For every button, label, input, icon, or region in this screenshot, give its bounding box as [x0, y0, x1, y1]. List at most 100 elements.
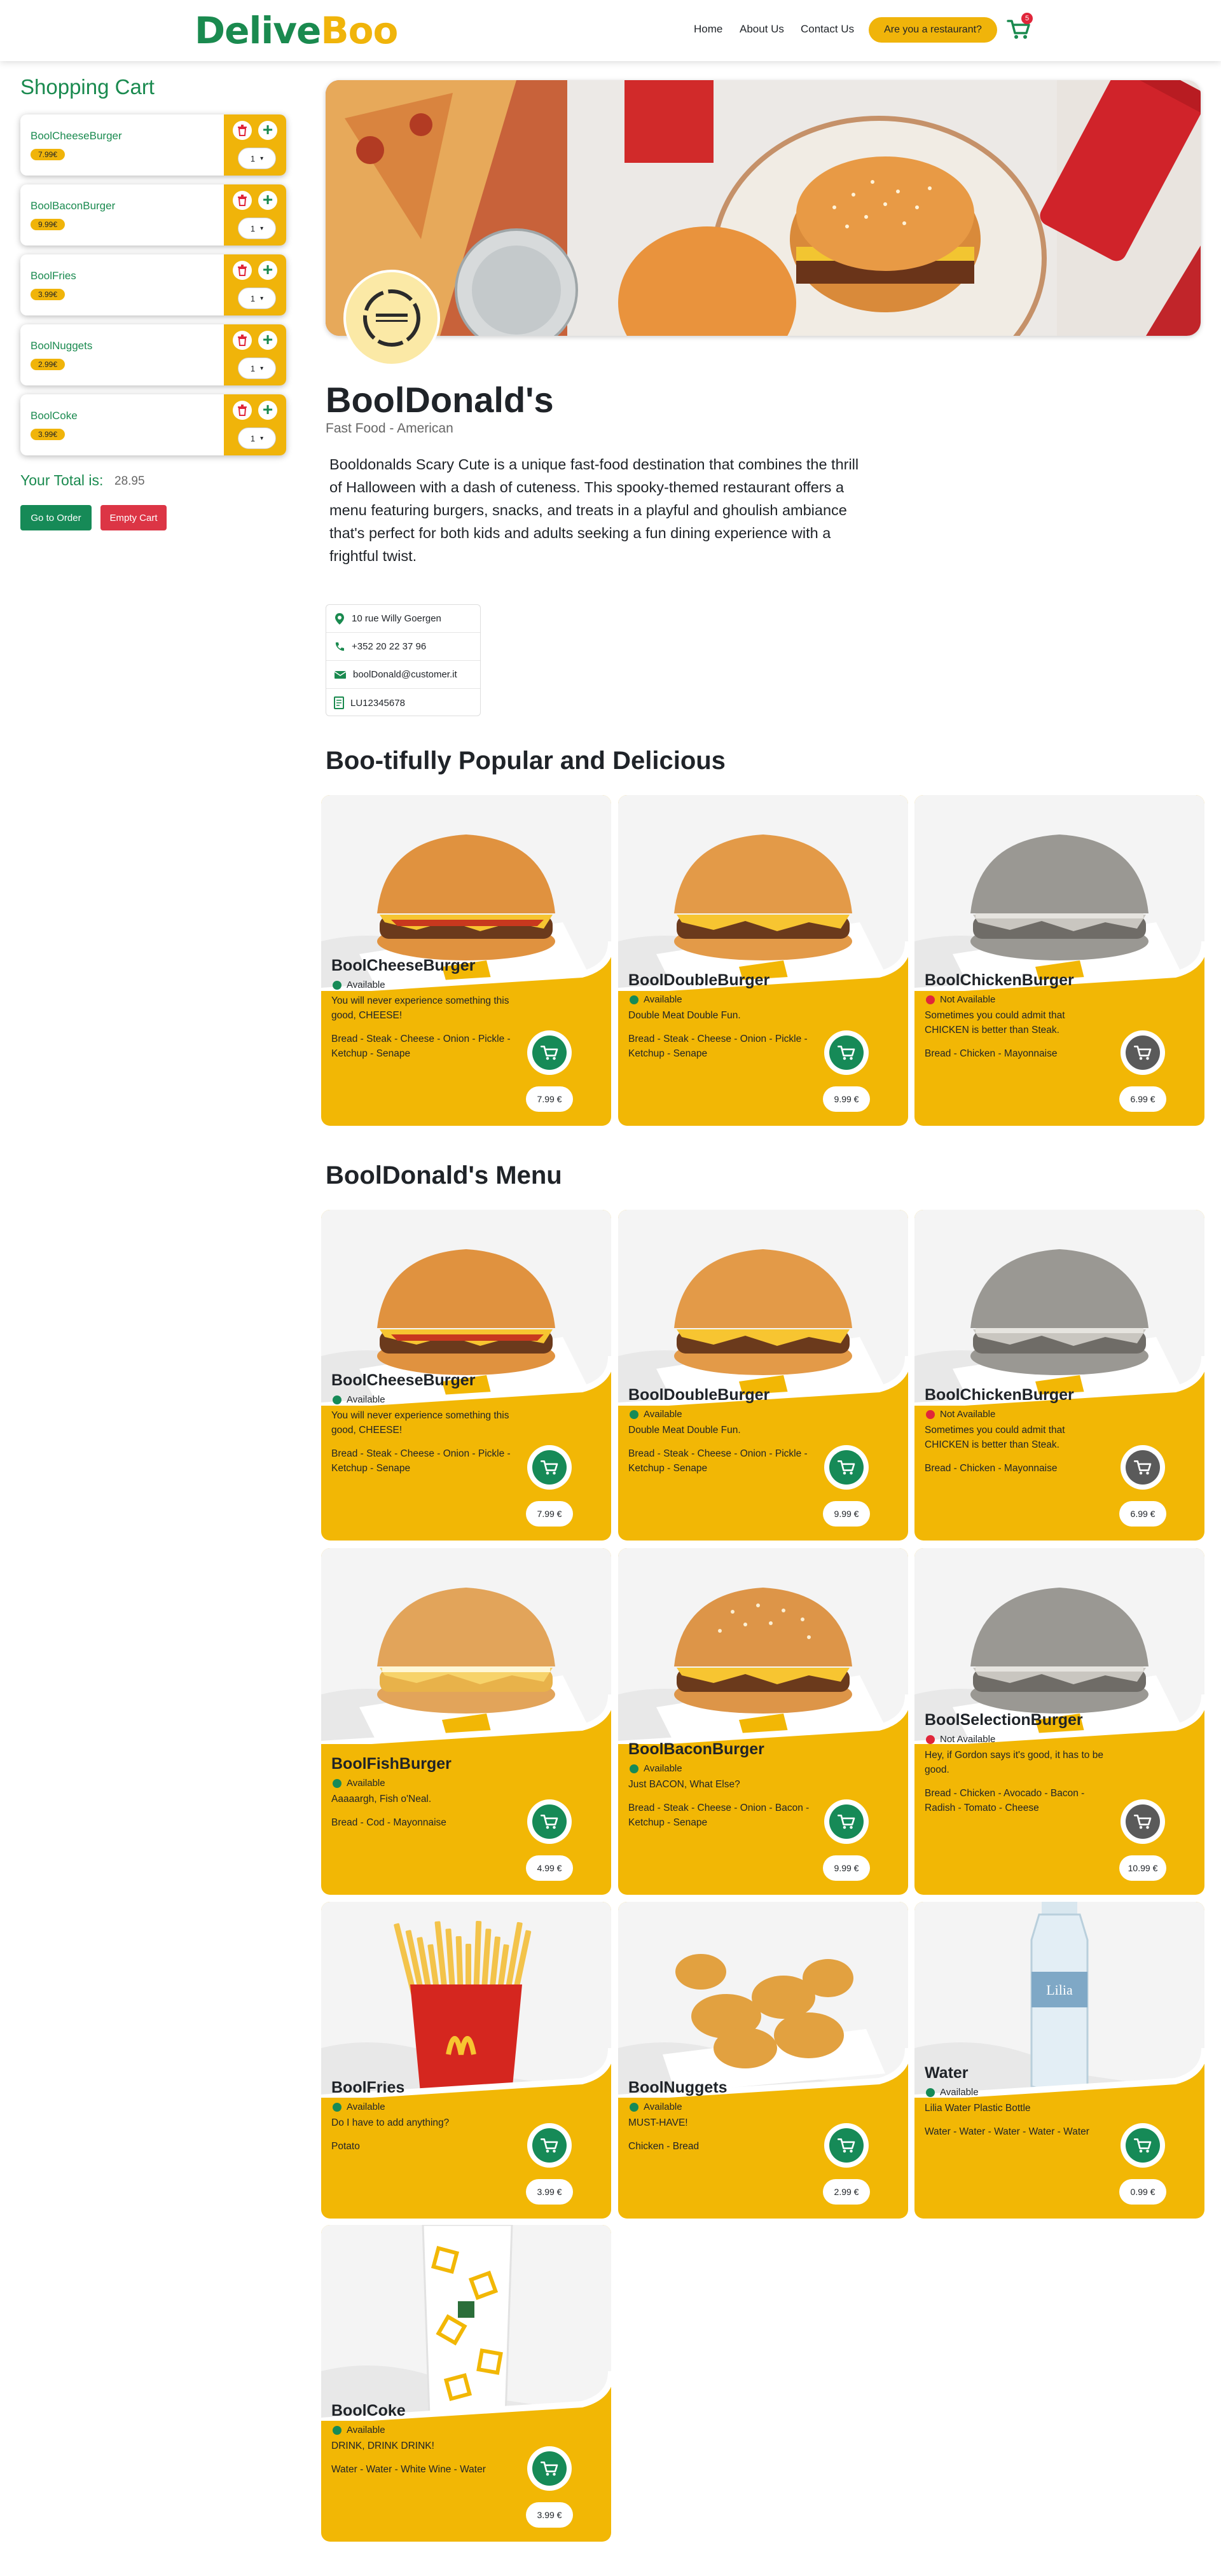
address-row: 10 rue Willy Goergen [326, 605, 480, 633]
product-card[interactable]: BoolCheeseBurger Available You will neve… [321, 1210, 611, 1541]
increase-quantity-button[interactable]: + [258, 261, 277, 280]
add-to-cart-button[interactable] [1121, 2123, 1165, 2168]
nav-link-home[interactable]: Home [694, 17, 722, 42]
availability-text: Available [347, 1394, 385, 1405]
add-to-cart-button[interactable] [527, 1445, 572, 1490]
increase-quantity-button[interactable]: + [258, 401, 277, 420]
quantity-select[interactable]: 1 ▾ [238, 287, 276, 309]
add-to-cart-button[interactable] [1121, 1799, 1165, 1844]
product-name: BoolCheeseBurger [331, 1371, 476, 1389]
remove-item-button[interactable] [233, 401, 252, 420]
product-card[interactable]: BoolChickenBurger Not Available Sometime… [914, 795, 1204, 1126]
go-to-order-button[interactable]: Go to Order [20, 505, 92, 530]
product-name: BoolCheeseBurger [331, 957, 476, 974]
add-to-cart-button[interactable] [824, 2123, 869, 2168]
add-to-cart-button[interactable] [824, 1445, 869, 1490]
phone-row: +352 20 22 37 96 [326, 633, 480, 661]
site-logo[interactable]: DeliveBoo [195, 9, 398, 52]
add-to-cart-button[interactable] [527, 1030, 572, 1075]
product-card[interactable]: BoolChickenBurger Not Available Sometime… [914, 1210, 1204, 1541]
cart-icon [837, 1460, 855, 1475]
restaurant-type: Fast Food [326, 421, 386, 436]
cart-item-name: BoolFries [31, 270, 76, 282]
cart-item-name: BoolCoke [31, 410, 78, 422]
add-to-cart-button[interactable] [527, 2123, 572, 2168]
cart-icon [540, 1460, 558, 1475]
email-text: boolDonald@customer.it [353, 669, 457, 680]
cart-item: BoolBaconBurger 9.99€ + 1 ▾ [20, 184, 286, 246]
add-to-cart-button[interactable] [527, 2446, 572, 2491]
availability-text: Available [644, 2102, 682, 2112]
add-to-cart-inner [1126, 1804, 1160, 1839]
add-to-cart-button[interactable] [824, 1799, 869, 1844]
availability-text: Available [644, 994, 682, 1005]
product-card[interactable]: BoolCheeseBurger Available You will neve… [321, 795, 611, 1126]
availability-status: Available [926, 2087, 979, 2098]
product-card[interactable]: BoolDoubleBurger Available Double Meat D… [618, 1210, 908, 1541]
top-navbar: DeliveBoo Home About Us Contact Us Are y… [0, 0, 1221, 61]
quantity-select[interactable]: 1 ▾ [238, 357, 276, 379]
restaurant-signup-button[interactable]: Are you a restaurant? [869, 17, 997, 43]
product-price: 3.99 € [526, 2502, 573, 2528]
product-name: BoolCoke [331, 2402, 406, 2420]
quantity-select[interactable]: 1 ▾ [238, 218, 276, 239]
add-to-cart-button[interactable] [1121, 1030, 1165, 1075]
chevron-down-icon: ▾ [260, 434, 264, 442]
status-dot-icon [926, 995, 935, 1004]
product-description: Double Meat Double Fun. [628, 1010, 741, 1021]
increase-quantity-button[interactable]: + [258, 121, 277, 140]
product-description: Hey, if Gordon says it's good, it has to… [925, 1750, 1103, 1775]
product-name: BoolFries [331, 2079, 405, 2096]
ghost-logo-icon [363, 289, 420, 347]
cart-item-price: 7.99€ [31, 149, 66, 160]
fish-burger-icon [321, 1548, 611, 1744]
remove-item-button[interactable] [233, 261, 252, 280]
quantity-select[interactable]: 1 ▾ [238, 148, 276, 169]
logo-text-part2: Boo [321, 9, 398, 52]
remove-item-button[interactable] [233, 121, 252, 140]
product-card[interactable]: BoolFries Available Do I have to add any… [321, 1902, 611, 2219]
product-price: 2.99 € [823, 2179, 870, 2205]
nav-link-about[interactable]: About Us [740, 17, 784, 42]
quantity-value: 1 [250, 153, 256, 163]
product-card[interactable]: BoolBaconBurger Available Just BACON, Wh… [618, 1548, 908, 1895]
add-to-cart-button[interactable] [1121, 1445, 1165, 1490]
cart-icon [1133, 2138, 1152, 2153]
add-to-cart-button[interactable] [527, 1799, 572, 1844]
remove-item-button[interactable] [233, 191, 252, 210]
product-description: You will never experience something this… [331, 1410, 509, 1436]
cart-icon [1133, 1460, 1152, 1475]
product-description: You will never experience something this… [331, 995, 509, 1021]
document-icon [334, 696, 344, 709]
product-card[interactable]: BoolFishBurger Available Aaaaargh, Fish … [321, 1548, 611, 1895]
empty-cart-button[interactable]: Empty Cart [100, 505, 167, 530]
product-price: 3.99 € [526, 2179, 573, 2205]
product-card[interactable]: BoolNuggets Available MUST-HAVE! Chicken… [618, 1902, 908, 2219]
remove-item-button[interactable] [233, 331, 252, 350]
product-name: BoolChickenBurger [925, 971, 1074, 989]
product-description: MUST-HAVE! [628, 2117, 688, 2128]
product-card[interactable]: Lilia Water Available Lilia Water Plasti… [914, 1902, 1204, 2219]
availability-text: Available [347, 980, 385, 990]
increase-quantity-button[interactable]: + [258, 331, 277, 350]
product-name: BoolChickenBurger [925, 1386, 1074, 1404]
product-card[interactable]: BoolDoubleBurger Available Double Meat D… [618, 795, 908, 1126]
email-row: boolDonald@customer.it [326, 661, 480, 689]
quantity-select[interactable]: 1 ▾ [238, 427, 276, 449]
status-dot-icon [333, 2425, 341, 2435]
cart-icon [1133, 1814, 1152, 1829]
add-to-cart-button[interactable] [824, 1030, 869, 1075]
cart-item-price: 9.99€ [31, 219, 66, 230]
product-card[interactable]: BoolCoke Available DRINK, DRINK DRINK! W… [321, 2225, 611, 2542]
product-card[interactable]: BoolSelectionBurger Not Available Hey, i… [914, 1548, 1204, 1895]
product-description: Aaaaargh, Fish o'Neal. [331, 1794, 432, 1804]
availability-text: Available [347, 1778, 385, 1789]
availability-status: Available [630, 1409, 682, 1420]
product-ingredients: Bread - Steak - Cheese - Onion - Pickle … [628, 1448, 808, 1474]
increase-quantity-button[interactable]: + [258, 191, 277, 210]
status-dot-icon [333, 1395, 341, 1404]
trash-icon [238, 335, 247, 346]
product-description: Lilia Water Plastic Bottle [925, 2103, 1031, 2114]
product-ingredients: Bread - Chicken - Mayonnaise [925, 1463, 1058, 1474]
nav-link-contact[interactable]: Contact Us [801, 17, 854, 42]
